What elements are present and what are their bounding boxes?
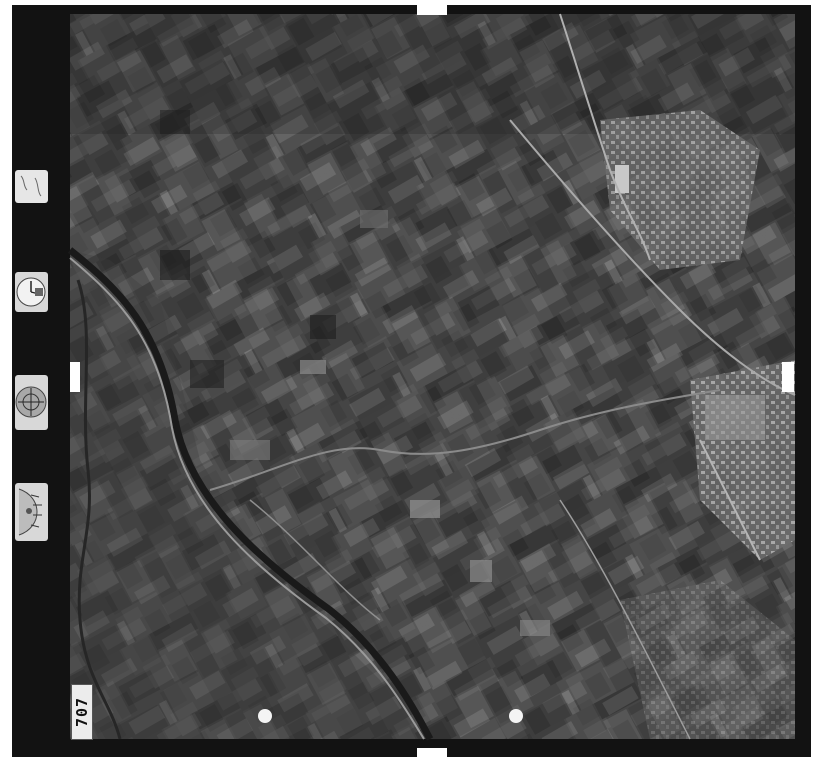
bottom-notch xyxy=(417,748,447,757)
level-instrument xyxy=(15,483,48,541)
handwritten-note xyxy=(15,170,48,203)
clock-instrument xyxy=(15,272,48,312)
fiducial-mark-left xyxy=(258,709,272,723)
right-notch xyxy=(782,362,794,392)
top-notch xyxy=(417,5,447,15)
altimeter-instrument xyxy=(15,375,48,430)
altimeter-crosshair-icon xyxy=(15,386,47,418)
aerial-photograph xyxy=(0,0,819,767)
photo-image-area xyxy=(67,13,796,741)
left-notch xyxy=(70,362,80,392)
clock-dial-icon xyxy=(16,277,46,307)
frame-number-label: 707 xyxy=(71,684,93,740)
frame-number-text: 707 xyxy=(73,696,91,728)
fiducial-mark-right xyxy=(509,709,523,723)
level-gauge-icon xyxy=(18,488,42,536)
handwriting-icon xyxy=(20,175,42,197)
